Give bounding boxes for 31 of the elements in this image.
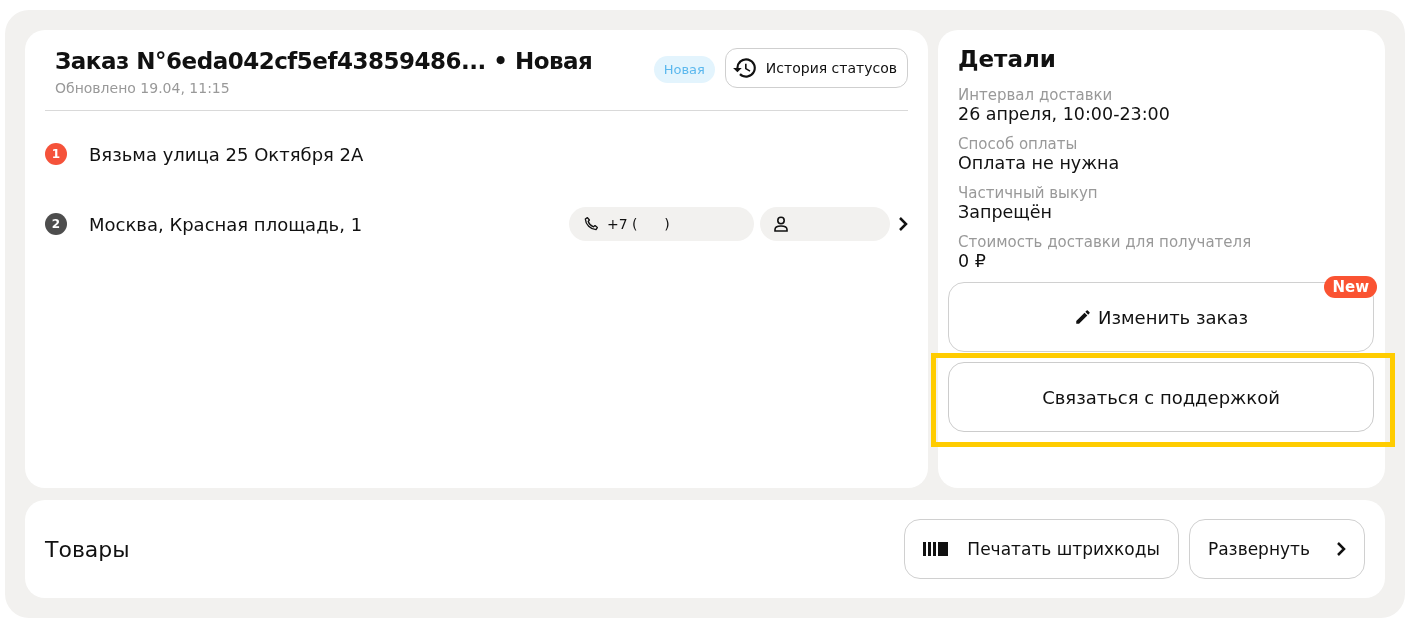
chevron-right-icon [1336,542,1346,556]
stop-address: Вязьма улица 25 Октября 2А [89,143,365,165]
field-label: Способ оплаты [958,135,1079,153]
field-value: 0 ₽ [958,251,987,271]
history-button[interactable]: История статусов [724,48,908,88]
field-value: Запрещён [958,202,1053,222]
recipient-field[interactable] [760,207,890,241]
field-label: Частичный выкуп [958,184,1099,202]
updated-time: Обновлено 19.04, 11:15 [55,80,231,96]
new-badge: New [1324,276,1377,298]
details-title: Детали [958,46,1057,72]
field-label: Стоимость доставки для получателя [958,233,1253,251]
history-icon [731,55,758,81]
phone-icon [583,216,599,232]
support-button[interactable]: Связаться с поддержкой [948,362,1374,432]
pencil-icon [1073,308,1092,326]
field-value: Оплата не нужна [958,153,1121,173]
phone-field[interactable]: +7 ( ) [569,207,754,241]
chevron-right-icon [898,217,908,231]
print-barcodes-button[interactable]: Печатать штрихкоды [904,519,1179,579]
stop-number: 2 [45,213,67,235]
stop-number: 1 [45,143,67,165]
person-icon [774,216,788,232]
field-value: 26 апреля, 10:00-23:00 [958,104,1171,124]
barcode-icon [923,542,950,556]
expand-button[interactable]: Развернуть [1188,519,1365,579]
status-badge: Новая [653,56,715,83]
order-title: Заказ N°6eda042cf5ef43859486... • Новая [55,48,594,74]
field-label: Интервал доставки [958,86,1114,104]
stop-address: Москва, Красная площадь, 1 [89,213,364,235]
goods-title: Товары [45,536,131,562]
